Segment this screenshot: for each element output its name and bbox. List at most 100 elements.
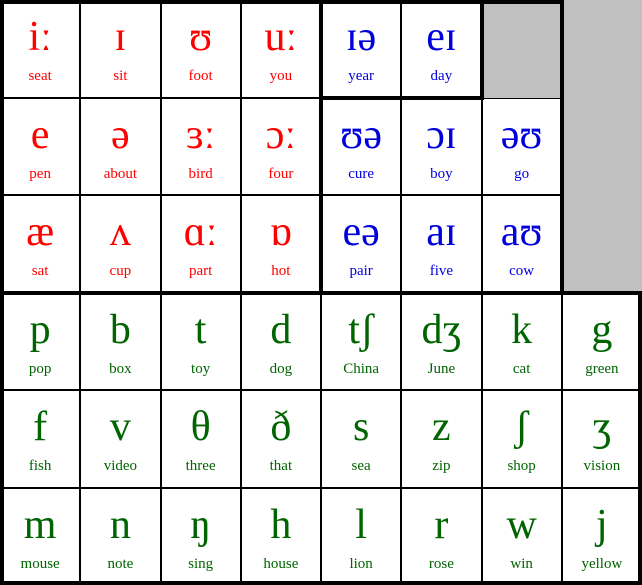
example-word: boy xyxy=(430,165,453,182)
phoneme-cell[interactable]: l lion xyxy=(321,487,402,585)
example-word: part xyxy=(188,263,213,279)
phoneme-cell[interactable]: e pen xyxy=(0,97,81,195)
phoneme-symbol: ɑː xyxy=(183,209,218,255)
phoneme-symbol: n xyxy=(109,501,131,548)
phoneme-symbol: h xyxy=(270,501,292,548)
example-word: toy xyxy=(191,360,211,377)
phoneme-cell[interactable]: ð that xyxy=(240,390,321,488)
example-word: go xyxy=(514,165,530,182)
phoneme-cell[interactable]: uː you xyxy=(240,0,321,98)
phoneme-symbol: f xyxy=(33,404,48,450)
phoneme-cell[interactable]: eɪ day xyxy=(401,0,482,98)
phoneme-cell[interactable]: v video xyxy=(80,390,161,488)
phoneme-cell[interactable]: θ three xyxy=(160,390,241,488)
phoneme-cell[interactable]: p pop xyxy=(0,292,81,390)
phoneme-symbol: ə xyxy=(111,111,130,158)
phoneme-cell[interactable]: tʃ China xyxy=(321,292,402,390)
example-word: pop xyxy=(28,360,52,377)
example-word: cat xyxy=(512,360,531,377)
phoneme-cell[interactable]: t toy xyxy=(160,292,241,390)
phoneme-symbol: uː xyxy=(264,14,298,60)
phoneme-cell[interactable]: n note xyxy=(80,487,161,585)
phoneme-cell[interactable]: dʒ June xyxy=(401,292,482,390)
phoneme-cell[interactable]: ɒ hot xyxy=(240,195,321,293)
phoneme-cell[interactable]: m mouse xyxy=(0,487,81,585)
example-word: sing xyxy=(188,555,214,572)
phoneme-cell[interactable]: aʊ cow xyxy=(481,195,562,293)
example-word: seat xyxy=(28,68,52,84)
phoneme-cell[interactable]: eə pair xyxy=(321,195,402,293)
example-word: June xyxy=(427,360,456,377)
phoneme-cell[interactable]: ʊ foot xyxy=(160,0,241,98)
phoneme-symbol: g xyxy=(591,306,613,353)
phoneme-symbol: dʒ xyxy=(421,306,462,353)
phonemic-chart: iː seat ɪ sit ʊ foot uː you e pen ə about ɜː bird ɔː fo… xyxy=(0,0,642,585)
phoneme-symbol: ʊ xyxy=(189,14,213,60)
phoneme-cell[interactable]: ʃ shop xyxy=(481,390,562,488)
phoneme-symbol: t xyxy=(194,306,207,353)
phoneme-cell[interactable]: j yellow xyxy=(561,487,642,585)
phoneme-cell[interactable]: r rose xyxy=(401,487,482,585)
phoneme-cell[interactable]: ʌ cup xyxy=(80,195,161,293)
example-word: fish xyxy=(28,458,52,474)
phoneme-cell[interactable]: ɜː bird xyxy=(160,97,241,195)
phoneme-cell[interactable]: aɪ five xyxy=(401,195,482,293)
phoneme-symbol: l xyxy=(355,501,367,548)
example-word: cure xyxy=(348,165,375,182)
phoneme-cell[interactable]: z zip xyxy=(401,390,482,488)
phoneme-cell[interactable]: w win xyxy=(481,487,562,585)
example-word: yellow xyxy=(581,555,623,572)
phoneme-symbol: ʃ xyxy=(514,404,529,450)
phoneme-symbol: iː xyxy=(28,14,52,60)
example-word: that xyxy=(269,458,293,474)
phoneme-symbol: e xyxy=(30,111,50,158)
example-word: sit xyxy=(113,68,128,84)
example-word: win xyxy=(510,555,533,572)
example-word: mouse xyxy=(20,555,60,572)
phoneme-cell[interactable]: f fish xyxy=(0,390,81,488)
phoneme-cell[interactable]: b box xyxy=(80,292,161,390)
phoneme-symbol: p xyxy=(29,306,51,353)
example-word: green xyxy=(585,360,619,377)
phoneme-symbol: eɪ xyxy=(426,14,457,60)
phoneme-cell[interactable]: s sea xyxy=(321,390,402,488)
phoneme-symbol: m xyxy=(23,501,57,548)
phoneme-cell[interactable]: g green xyxy=(561,292,642,390)
example-word: sat xyxy=(31,263,49,279)
phoneme-symbol: ɪ xyxy=(114,14,127,60)
phoneme-symbol: ʌ xyxy=(109,209,131,255)
example-word: cup xyxy=(109,263,132,279)
phoneme-cell[interactable]: əʊ go xyxy=(481,97,562,195)
example-word: four xyxy=(268,165,294,182)
phoneme-cell[interactable]: d dog xyxy=(240,292,321,390)
phoneme-symbol: r xyxy=(434,501,449,548)
phoneme-cell[interactable]: æ sat xyxy=(0,195,81,293)
example-word: hot xyxy=(271,263,291,279)
phoneme-symbol: θ xyxy=(190,404,211,450)
phoneme-cell[interactable]: ŋ sing xyxy=(160,487,241,585)
phoneme-symbol: ʊə xyxy=(340,111,382,158)
phoneme-symbol: k xyxy=(511,306,533,353)
phoneme-cell[interactable]: ʊə cure xyxy=(321,97,402,195)
phoneme-cell[interactable]: h house xyxy=(240,487,321,585)
example-word: note xyxy=(107,555,134,572)
phoneme-symbol: b xyxy=(109,306,131,353)
phoneme-cell[interactable]: ɪ sit xyxy=(80,0,161,98)
phoneme-cell[interactable]: iː seat xyxy=(0,0,81,98)
phoneme-symbol: v xyxy=(109,404,131,450)
phoneme-symbol: ɜː xyxy=(185,111,216,158)
phoneme-cell[interactable]: k cat xyxy=(481,292,562,390)
phoneme-symbol: ð xyxy=(270,404,292,450)
phoneme-cell[interactable]: ɑː part xyxy=(160,195,241,293)
example-word: video xyxy=(103,458,138,474)
phoneme-cell[interactable]: ə about xyxy=(80,97,161,195)
phoneme-cell[interactable]: ʒ vision xyxy=(561,390,642,488)
phoneme-symbol: ɪə xyxy=(345,14,377,60)
phoneme-cell[interactable]: ɔɪ boy xyxy=(401,97,482,195)
phoneme-symbol: æ xyxy=(26,209,55,255)
example-word: five xyxy=(429,263,454,279)
phoneme-cell[interactable]: ɔː four xyxy=(240,97,321,195)
phoneme-cell[interactable]: ɪə year xyxy=(321,0,402,98)
phoneme-symbol: əʊ xyxy=(500,111,543,158)
phoneme-symbol: j xyxy=(596,501,608,548)
